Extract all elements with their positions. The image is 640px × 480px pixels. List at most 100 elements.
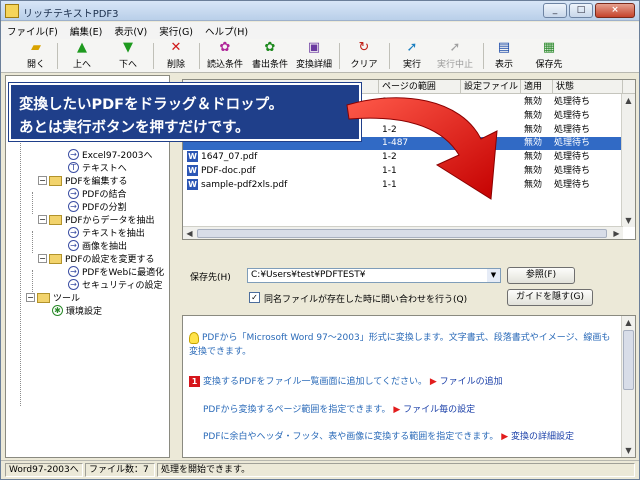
stop-icon: ➚ <box>449 40 461 55</box>
tree-label: ツール <box>53 294 81 304</box>
tree-item-web-optimize[interactable]: → PDFをWebに最適化 <box>68 265 164 278</box>
tree-item-preferences[interactable]: ✱ 環境設定 <box>52 304 102 317</box>
vertical-scroll-thumb[interactable] <box>623 330 634 390</box>
convert-arrow-icon: → <box>68 279 79 290</box>
write-conditions-button[interactable]: ✿ 書出条件 <box>249 41 291 71</box>
scroll-up-icon[interactable]: ▲ <box>622 94 635 107</box>
scroll-right-icon[interactable]: ▶ <box>610 227 623 239</box>
word-file-icon: W <box>187 179 198 190</box>
step-one-icon: 1 <box>189 376 200 387</box>
open-button[interactable]: ▰ 開く <box>21 41 51 71</box>
word-file-icon: W <box>187 151 198 162</box>
save-path-combo[interactable]: C:¥Users¥test¥PDFTEST¥ ▼ <box>247 268 501 283</box>
drag-hint-arrow-icon <box>346 97 498 200</box>
folder-icon <box>49 253 62 264</box>
tree-label: PDFの結合 <box>82 190 127 200</box>
status-file-count: ファイル数：7 <box>85 463 155 477</box>
row-status: 処理待ち <box>554 180 591 190</box>
app-window: リッチテキストPDF3 _ □ × ファイル(F) 編集(E) 表示(V) 実行… <box>0 0 640 480</box>
row-name-cell: Wsample-pdf2xls.pdf <box>187 179 287 192</box>
read-conditions-button[interactable]: ✿ 読込条件 <box>204 41 246 71</box>
arrow-up-icon: ▲ <box>77 40 87 55</box>
row-status: 処理待ち <box>554 125 591 135</box>
clear-label: クリア <box>350 60 378 70</box>
clear-button[interactable]: ↻ クリア <box>346 41 382 71</box>
output-settings: 保存先(H) C:¥Users¥test¥PDFTEST¥ ▼ 参照(F) ✓ … <box>182 251 636 311</box>
scroll-left-icon[interactable]: ◀ <box>183 227 196 239</box>
collapse-icon[interactable]: − <box>38 254 47 263</box>
tree-item-extract-image[interactable]: → 画像を抽出 <box>68 239 127 252</box>
run-label: 実行 <box>402 60 421 70</box>
hide-guide-button[interactable]: ガイドを隠す(G) <box>507 289 593 306</box>
header-apply[interactable]: 適用 <box>521 80 553 94</box>
tree-item-security[interactable]: → セキュリティの設定 <box>68 278 162 291</box>
row-apply: 無効 <box>524 97 543 107</box>
tree-label: PDFをWebに最適化 <box>82 268 165 278</box>
row-status: 処理待ち <box>554 138 591 148</box>
guide-intro-text: PDFから「Microsoft Word 97～2003」形式に変換します。文字… <box>202 333 611 343</box>
tree-label: 環境設定 <box>66 307 103 317</box>
guide-vertical-scrollbar[interactable]: ▲ ▼ <box>621 316 635 457</box>
guide-intro: PDFから「Microsoft Word 97～2003」形式に変換します。文字… <box>189 330 610 344</box>
tree-folder-settings[interactable]: − PDFの設定を変更する <box>38 252 155 265</box>
red-arrow-icon: ▶ <box>501 432 509 442</box>
folder-icon <box>49 214 62 225</box>
menu-file[interactable]: ファイル(F) <box>1 22 64 39</box>
tree-label: PDFの分割 <box>82 203 127 213</box>
tree-folder-tools[interactable]: − ツール <box>26 291 80 304</box>
menu-view[interactable]: 表示(V) <box>108 22 153 39</box>
scroll-down-icon[interactable]: ▼ <box>622 214 635 227</box>
dropdown-arrow-icon[interactable]: ▼ <box>487 269 500 282</box>
tree-item-excel[interactable]: → Excel97-2003へ <box>68 148 152 161</box>
row-name: PDF-doc.pdf <box>201 166 256 176</box>
tree-item-split[interactable]: → PDFの分割 <box>68 200 127 213</box>
view-button[interactable]: ▤ 表示 <box>489 41 519 71</box>
add-file-link[interactable]: ファイルの追加 <box>440 377 503 387</box>
list-horizontal-scrollbar[interactable]: ◀ ▶ <box>183 226 623 239</box>
convert-detail-button[interactable]: ▣ 変換詳細 <box>293 41 335 71</box>
tree-item-merge[interactable]: → PDFの結合 <box>68 187 127 200</box>
row-apply: 無効 <box>524 125 543 135</box>
callout-line-2: あとは実行ボタンを押すだけです。 <box>19 120 250 136</box>
tree-item-extract-text[interactable]: → テキストを抽出 <box>68 226 145 239</box>
collapse-icon[interactable]: − <box>26 293 35 302</box>
delete-x-icon: ✕ <box>170 40 182 55</box>
list-vertical-scrollbar[interactable]: ▲ ▼ <box>621 94 635 227</box>
run-button[interactable]: ➚ 実行 <box>397 41 427 71</box>
tree-folder-extract[interactable]: − PDFからデータを抽出 <box>38 213 155 226</box>
browse-button[interactable]: 参照(F) <box>507 267 575 284</box>
status-message: 処理を開始できます。 <box>157 463 635 477</box>
convert-detail-icon: ▣ <box>307 40 321 55</box>
per-file-settings-link[interactable]: ファイル毎の設定 <box>403 405 475 415</box>
horizontal-scroll-thumb[interactable] <box>197 229 607 238</box>
menu-help[interactable]: ヘルプ(H) <box>199 22 254 39</box>
move-up-button[interactable]: ▲ 上へ <box>67 41 97 71</box>
guide-step-3: PDFに余白やヘッダ・フッタ、表や画像に変換する範囲を指定できます。 ▶ 変換の… <box>203 429 574 442</box>
scroll-up-icon[interactable]: ▲ <box>622 316 635 329</box>
callout-line-1: 変換したいPDFをドラッグ＆ドロップ。 <box>19 97 284 113</box>
collapse-icon[interactable]: − <box>38 176 47 185</box>
minimize-button[interactable]: _ <box>543 3 567 18</box>
gear-icon: ✱ <box>52 305 63 316</box>
tree-item-text[interactable]: T テキストへ <box>68 161 127 174</box>
header-status[interactable]: 状態 <box>553 80 623 94</box>
delete-button[interactable]: ✕ 削除 <box>161 41 191 71</box>
collapse-icon[interactable]: − <box>38 215 47 224</box>
text-t-icon: T <box>68 162 79 173</box>
save-to-button[interactable]: ▦ 保存先 <box>531 41 567 71</box>
close-button[interactable]: × <box>595 3 635 18</box>
view-icon: ▤ <box>497 40 511 55</box>
row-apply: 無効 <box>524 152 543 162</box>
move-down-button[interactable]: ▼ 下へ <box>113 41 143 71</box>
convert-detail-link[interactable]: 変換の詳細設定 <box>511 432 574 442</box>
convert-arrow-icon: → <box>68 227 79 238</box>
open-label: 開く <box>26 60 45 70</box>
overwrite-checkbox[interactable]: ✓ <box>249 292 260 303</box>
maximize-button[interactable]: □ <box>569 3 593 18</box>
tree-folder-edit[interactable]: − PDFを編集する <box>38 174 128 187</box>
stop-button[interactable]: ➚ 実行中止 <box>433 41 477 71</box>
scroll-down-icon[interactable]: ▼ <box>622 444 635 457</box>
menu-edit[interactable]: 編集(E) <box>64 22 108 39</box>
read-conditions-label: 読込条件 <box>206 60 243 70</box>
menu-run[interactable]: 実行(G) <box>153 22 199 39</box>
